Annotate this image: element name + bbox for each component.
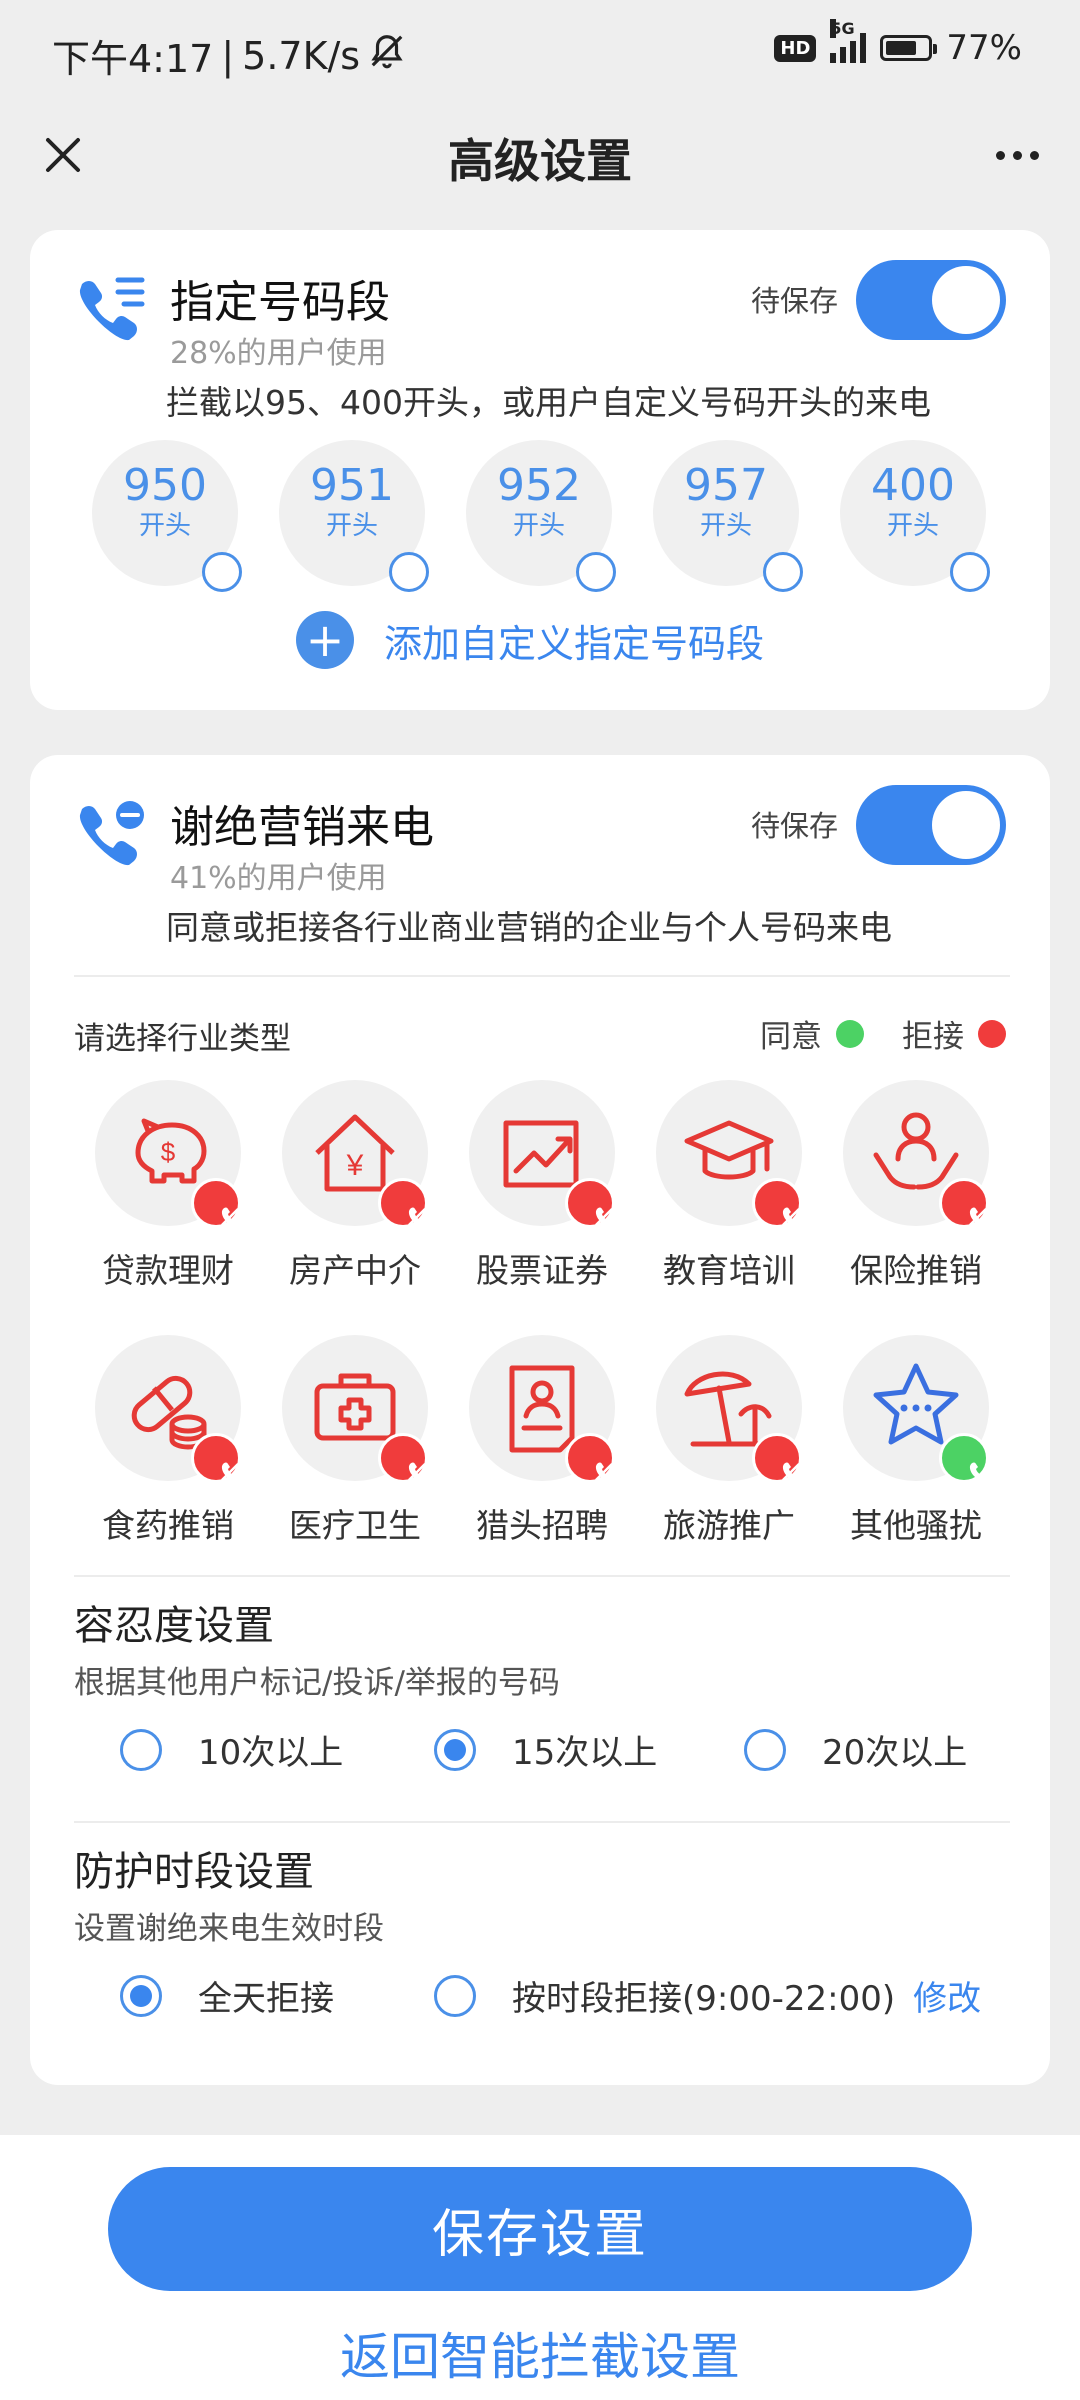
radio-button-selected[interactable] (120, 1974, 162, 2017)
prefix-item[interactable]: 957 开头 (653, 440, 803, 592)
signal-icon: 5G (830, 19, 867, 63)
usage-text: 41%的用户使用 (170, 861, 387, 896)
reject-badge-icon (191, 1433, 241, 1483)
battery-icon (880, 35, 938, 61)
section-description: 拦截以95、400开头，或用户自定义号码开头的来电 (166, 383, 931, 422)
number-range-toggle[interactable] (856, 260, 1006, 340)
divider (74, 1821, 1010, 1823)
pending-status: 待保存 (750, 809, 838, 843)
section-title: 谢绝营销来电 (170, 802, 434, 853)
reject-badge-icon (378, 1433, 428, 1483)
reject-badge-icon (752, 1178, 802, 1228)
legend-agree-label: 同意 (760, 1019, 822, 1055)
back-to-smart-block-link[interactable]: 返回智能拦截设置 (0, 2317, 1080, 2389)
modify-link[interactable]: 修改 (913, 1971, 981, 2020)
radio-button[interactable] (120, 1728, 162, 1771)
reject-dot (978, 1019, 1006, 1048)
tolerance-option-20[interactable]: 20次以上 (744, 1725, 967, 1774)
net-speed: 5.7K/s (242, 33, 361, 78)
industry-item[interactable]: 保险推销 (836, 1080, 996, 1292)
industry-item[interactable]: 猎头招聘 (462, 1335, 622, 1547)
protection-option-time-range[interactable]: 按时段拒接(9:00-22:00) 修改 (434, 1971, 981, 2020)
svg-text:$: $ (161, 1137, 176, 1167)
more-button[interactable] (984, 122, 1050, 188)
mute-bell-icon (368, 32, 406, 79)
industry-item[interactable]: 教育培训 (649, 1080, 809, 1292)
divider (74, 1575, 1010, 1577)
svg-text:¥: ¥ (346, 1149, 364, 1182)
radio-button-selected[interactable] (434, 1728, 476, 1771)
number-range-card: 指定号码段 28%的用户使用 待保存 拦截以95、400开头，或用户自定义号码开… (30, 230, 1050, 710)
reject-badge-icon (939, 1178, 989, 1228)
agree-badge-icon (939, 1433, 989, 1483)
status-time: 下午4:17 (52, 37, 214, 81)
protection-subtitle: 设置谢绝来电生效时段 (74, 1911, 384, 1947)
reject-badge-icon (752, 1433, 802, 1483)
phone-list-icon (70, 270, 150, 350)
bottom-bar: 保存设置 返回智能拦截设置 (0, 2135, 1080, 2400)
usage-text: 28%的用户使用 (170, 336, 387, 371)
prefix-item[interactable]: 951 开头 (279, 440, 429, 592)
industry-item[interactable]: 医疗卫生 (275, 1335, 435, 1547)
plus-icon: + (296, 611, 354, 669)
tolerance-subtitle: 根据其他用户标记/投诉/举报的号码 (74, 1665, 560, 1701)
industry-item[interactable]: 旅游推广 (649, 1335, 809, 1547)
marketing-toggle[interactable] (856, 785, 1006, 865)
industry-item[interactable]: 股票证券 (462, 1080, 622, 1292)
industry-item[interactable]: $ 贷款理财 (88, 1080, 248, 1292)
pending-status: 待保存 (750, 284, 838, 318)
save-button[interactable]: 保存设置 (108, 2167, 972, 2291)
prefix-item[interactable]: 400 开头 (840, 440, 990, 592)
status-bar: 下午4:17 | 5.7K/s HD 5G 77% (52, 19, 1022, 81)
legend: 同意 拒接 (760, 1011, 1006, 1056)
protection-option-all-day[interactable]: 全天拒接 (120, 1971, 334, 2020)
more-dot (995, 150, 1005, 160)
battery-percent: 77% (946, 28, 1022, 68)
more-dot (1029, 150, 1039, 160)
checkbox[interactable] (950, 552, 990, 592)
section-title: 指定号码段 (170, 277, 390, 328)
radio-button[interactable] (744, 1728, 786, 1771)
add-custom-prefix-button[interactable]: + 添加自定义指定号码段 (296, 610, 764, 670)
legend-reject-label: 拒接 (902, 1019, 964, 1055)
tolerance-title: 容忍度设置 (74, 1603, 274, 1649)
industry-item[interactable]: ¥ 房产中介 (275, 1080, 435, 1292)
page-title: 高级设置 (448, 134, 632, 188)
reject-badge-icon (378, 1178, 428, 1228)
prefix-item[interactable]: 952 开头 (466, 440, 616, 592)
checkbox[interactable] (202, 552, 242, 592)
phone-block-icon (70, 795, 150, 875)
industry-select-label: 请选择行业类型 (74, 1021, 291, 1057)
industry-item[interactable]: 食药推销 (88, 1335, 248, 1547)
tolerance-option-10[interactable]: 10次以上 (120, 1725, 343, 1774)
protection-title: 防护时段设置 (74, 1849, 314, 1895)
reject-badge-icon (565, 1433, 615, 1483)
reject-badge-icon (191, 1178, 241, 1228)
prefix-list: 950 开头 951 开头 952 开头 957 开头 400 开头 (92, 440, 992, 592)
section-description: 同意或拒接各行业商业营销的企业与个人号码来电 (166, 908, 892, 947)
tolerance-option-15[interactable]: 15次以上 (434, 1725, 657, 1774)
hd-badge: HD (774, 34, 817, 62)
more-dot (1012, 150, 1022, 160)
agree-dot (836, 1019, 864, 1048)
divider (74, 975, 1010, 977)
checkbox[interactable] (763, 552, 803, 592)
prefix-item[interactable]: 950 开头 (92, 440, 242, 592)
app-bar: 高级设置 (0, 100, 1080, 210)
reject-badge-icon (565, 1178, 615, 1228)
industry-item[interactable]: 其他骚扰 (836, 1335, 996, 1547)
marketing-card: 谢绝营销来电 41%的用户使用 待保存 同意或拒接各行业商业营销的企业与个人号码… (30, 755, 1050, 2085)
radio-button[interactable] (434, 1974, 476, 2017)
checkbox[interactable] (576, 552, 616, 592)
checkbox[interactable] (389, 552, 429, 592)
